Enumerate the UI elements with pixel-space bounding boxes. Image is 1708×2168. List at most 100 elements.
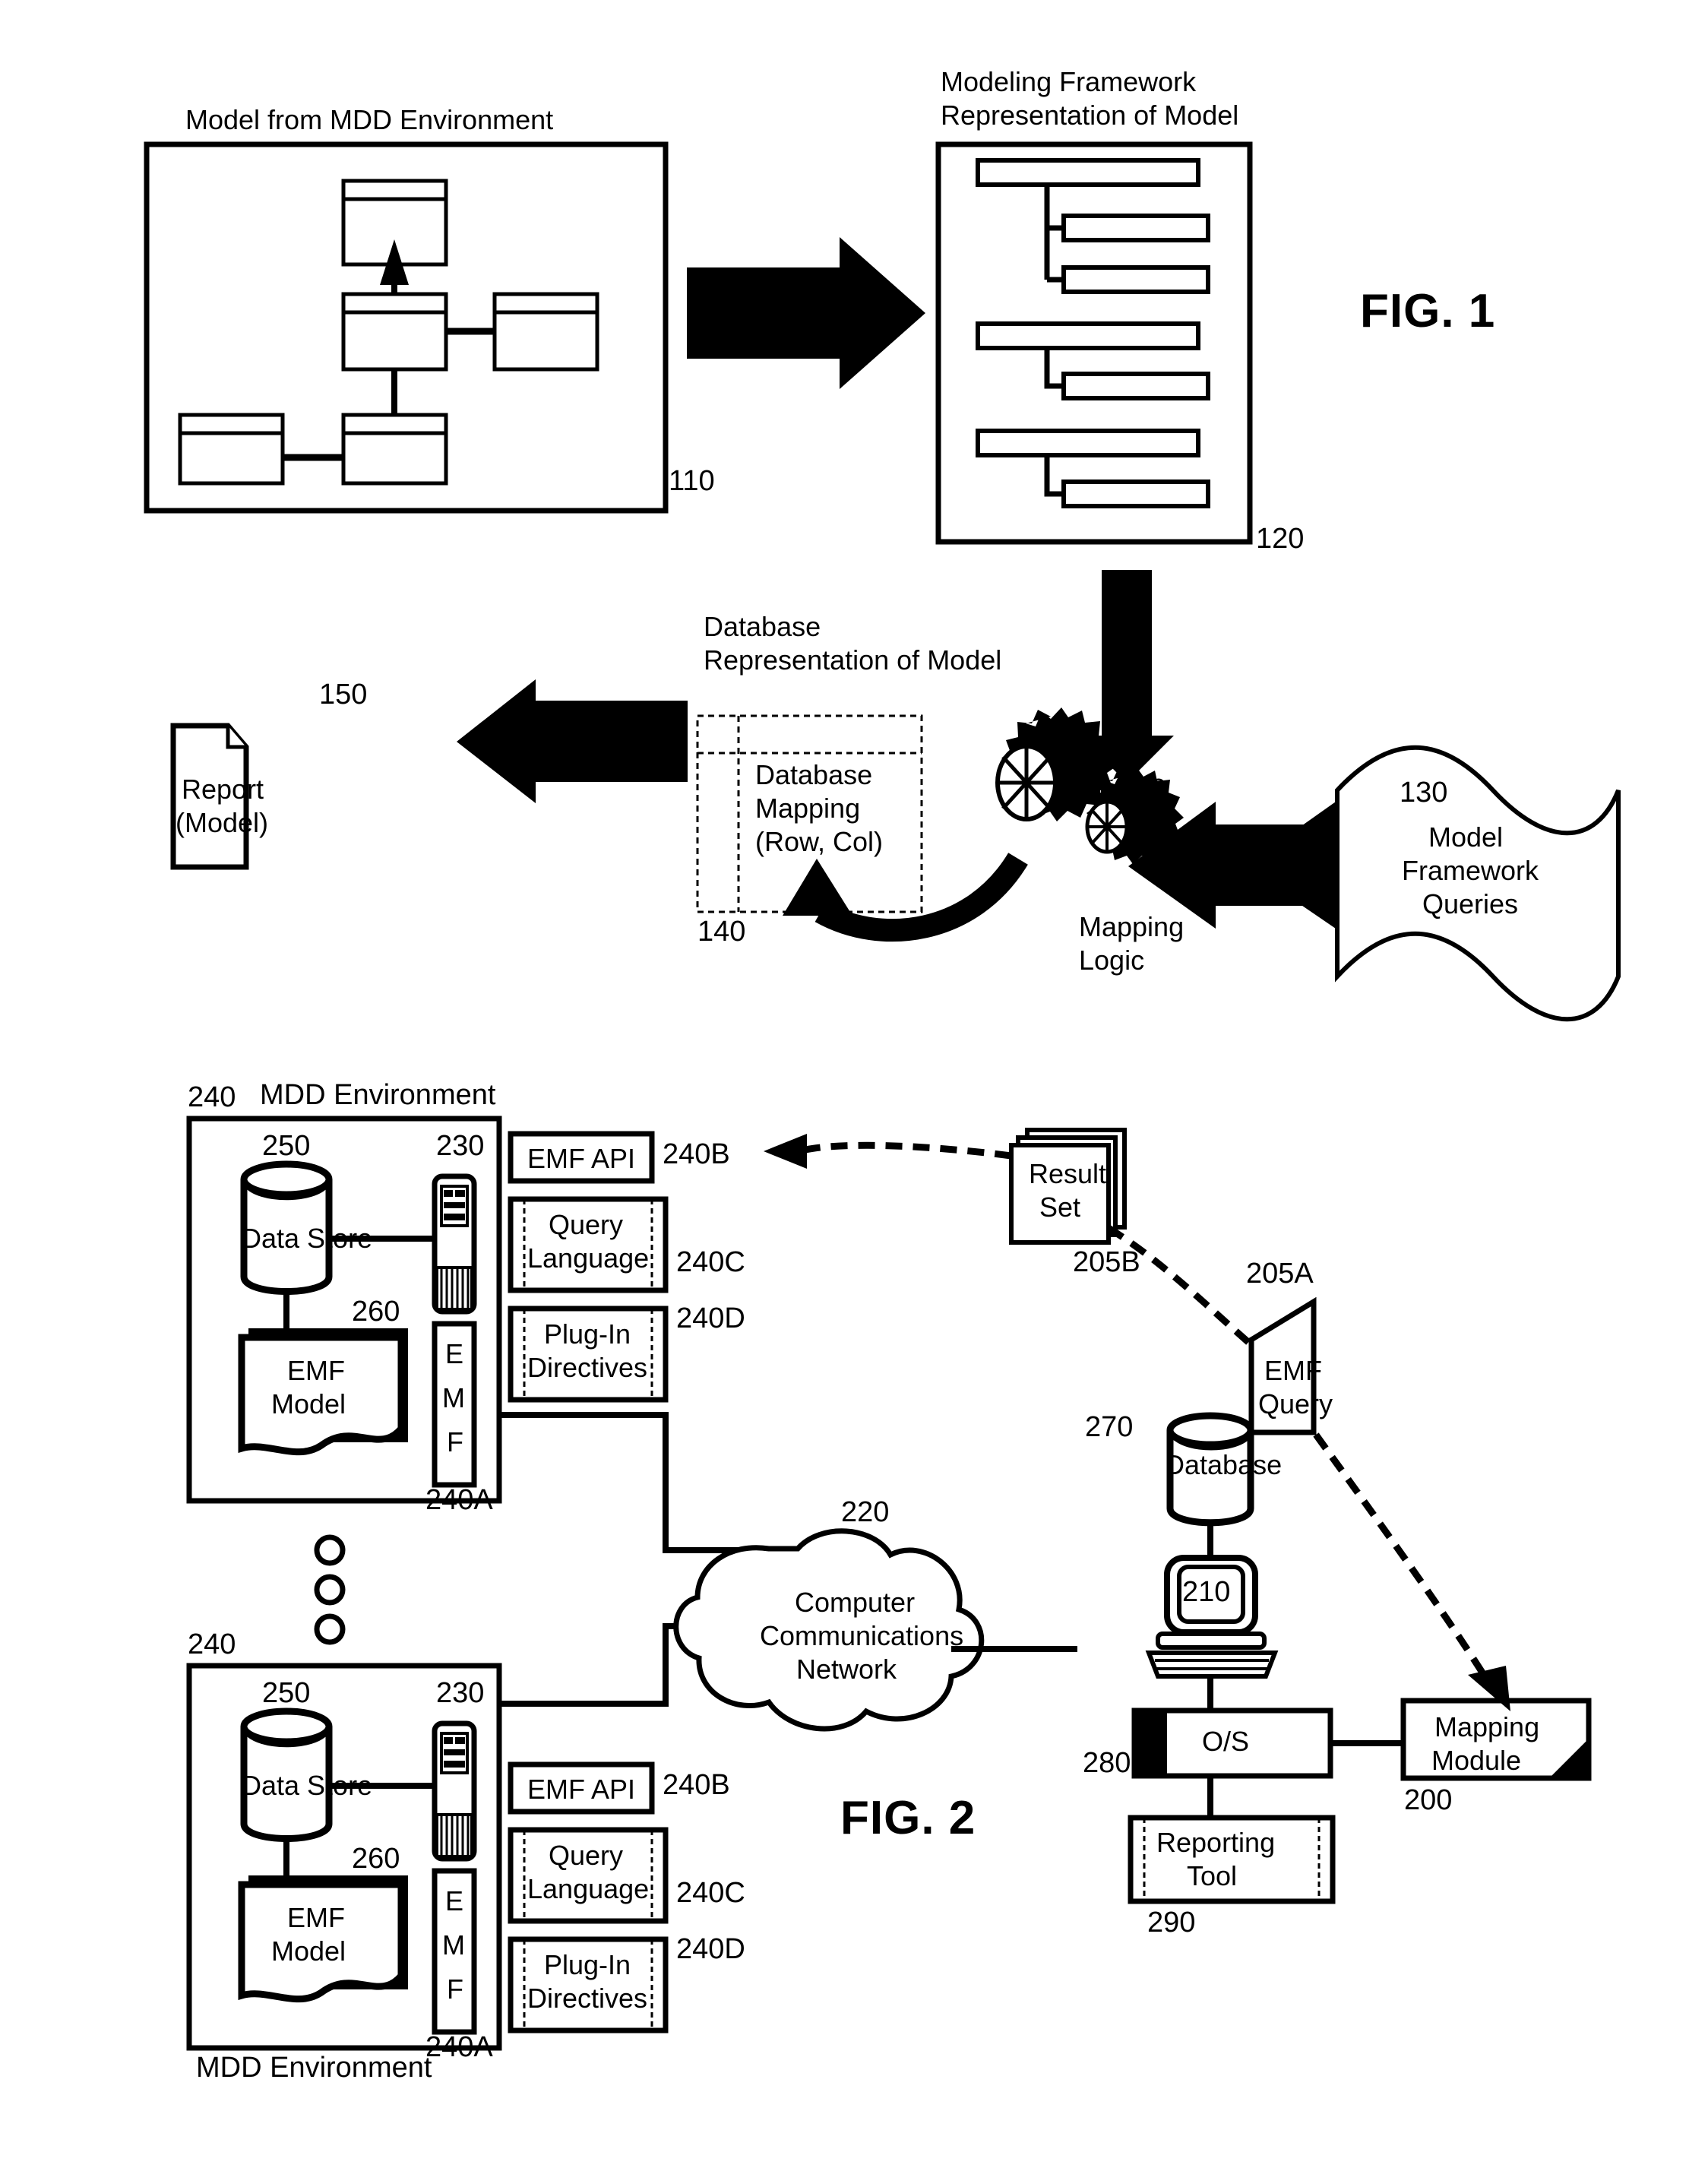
network-line2: Communications — [760, 1620, 964, 1651]
db-mapping-line3: (Row, Col) — [755, 826, 884, 857]
ref-270: 270 — [1085, 1411, 1134, 1443]
emf-bar-letter-f-top: F — [447, 1426, 463, 1457]
ref-250-bottom: 250 — [262, 1677, 311, 1709]
uml-class-bottom-left-body — [178, 431, 285, 486]
queries-line1: Model — [1428, 821, 1504, 853]
plugin-line2-bottom: Directives — [527, 1983, 648, 2014]
ref-200-fig1: 200 — [1118, 774, 1167, 805]
ref-240D-top: 240D — [676, 1302, 745, 1334]
mapping-logic-line2: Logic — [1079, 945, 1145, 976]
report-arrow-icon — [457, 679, 688, 803]
queries-line3: Queries — [1422, 888, 1519, 919]
uml-class-top-header — [341, 179, 448, 201]
uml-class-middle-body — [341, 310, 448, 372]
uml-class-middle-header — [341, 292, 448, 315]
ref-110: 110 — [669, 465, 715, 497]
ref-260-top: 260 — [352, 1296, 400, 1328]
framework-box-caption-line1: Modeling Framework — [941, 66, 1197, 97]
plugin-line1-bottom: Plug-In — [544, 1949, 631, 1980]
report-line1: Report — [182, 774, 264, 805]
tree-node-3 — [976, 429, 1200, 457]
mapping-logic-line1: Mapping — [1079, 911, 1185, 942]
db-repr-caption-line2: Representation of Model — [704, 644, 1002, 676]
mapping-module-line1: Mapping — [1434, 1711, 1540, 1742]
network-line1: Computer — [795, 1587, 916, 1618]
ref-240D-bottom: 240D — [676, 1933, 745, 1965]
mdd-top-title: MDD Environment — [260, 1079, 496, 1111]
ellipsis-dot-3 — [314, 1613, 346, 1645]
queries-line2: Framework — [1402, 855, 1539, 886]
tree-node-1-1 — [1061, 214, 1210, 242]
ref-240B-top: 240B — [663, 1138, 730, 1170]
ref-280: 280 — [1083, 1747, 1131, 1779]
os-black-marker-280 — [1134, 1711, 1167, 1776]
tree-node-1-2 — [1061, 265, 1210, 294]
reporting-tool-line1: Reporting — [1156, 1827, 1276, 1858]
mdd-bottom-title: MDD Environment — [196, 2052, 432, 2084]
emf-model-line2-top: Model — [271, 1388, 346, 1419]
ref-205A: 205A — [1246, 1258, 1314, 1290]
ref-220: 220 — [841, 1496, 890, 1528]
ref-120: 120 — [1256, 523, 1305, 555]
db-mapping-line1: Database — [755, 759, 873, 790]
framework-box-caption-line2: Representation of Model — [941, 100, 1239, 131]
queries-arrow-shaft — [1216, 824, 1337, 906]
query-language-line2-bottom: Language — [527, 1873, 650, 1904]
ref-240B-bottom: 240B — [663, 1769, 730, 1801]
db-repr-caption-line1: Database — [704, 611, 821, 642]
result-set-dashed-path — [805, 1141, 1012, 1160]
result-set-line1: Result — [1029, 1158, 1107, 1189]
network-line3: Network — [796, 1654, 897, 1685]
emf-model-line2-bottom: Model — [271, 1935, 346, 1967]
ref-130: 130 — [1400, 777, 1448, 809]
os-label: O/S — [1202, 1726, 1250, 1757]
uml-class-bottom-center-header — [341, 413, 448, 435]
plugin-line2-top: Directives — [527, 1352, 648, 1383]
query-language-line1-top: Query — [549, 1209, 624, 1240]
uml-class-right-header — [492, 292, 599, 315]
emf-query-to-mapping-path — [1313, 1432, 1491, 1683]
tree-node-3-1 — [1061, 479, 1210, 508]
db-mapping-line2: Mapping — [755, 793, 861, 824]
database-label: Database — [1165, 1449, 1283, 1480]
ref-230-top: 230 — [436, 1130, 485, 1162]
tree-node-2 — [976, 321, 1200, 350]
emf-api-label-top: EMF API — [527, 1143, 636, 1174]
ref-260-bottom: 260 — [352, 1843, 400, 1875]
query-language-line2-top: Language — [527, 1242, 650, 1274]
emf-model-line1-bottom: EMF — [287, 1902, 345, 1933]
emf-query-line1: EMF — [1264, 1355, 1322, 1386]
tree-node-1 — [976, 158, 1200, 187]
result-set-line2: Set — [1039, 1192, 1081, 1223]
emf-bar-letter-m-top: M — [442, 1382, 465, 1413]
emf-api-label-bottom: EMF API — [527, 1774, 636, 1805]
server-tower-bottom-icon — [432, 1720, 477, 1862]
server-tower-top-icon — [432, 1173, 477, 1315]
plugin-line1-top: Plug-In — [544, 1318, 631, 1350]
emf-query-to-resultset-path — [1106, 1225, 1252, 1347]
ref-210: 210 — [1182, 1576, 1231, 1608]
emf-bar-letter-m-bottom: M — [442, 1929, 465, 1961]
report-line2: (Model) — [176, 807, 269, 838]
figure-2-label: FIG. 2 — [840, 1792, 976, 1844]
ref-290: 290 — [1147, 1907, 1196, 1939]
ref-240A-bottom: 240A — [425, 2031, 493, 2063]
mapping-module-line2: Module — [1431, 1745, 1522, 1776]
emf-bar-letter-f-bottom: F — [447, 1973, 463, 2005]
result-set-arrowhead-icon — [764, 1134, 807, 1169]
ref-250-top: 250 — [262, 1130, 311, 1162]
mdd-top-network-link — [499, 1412, 769, 1553]
emf-query-line2: Query — [1258, 1388, 1333, 1419]
uml-class-bottom-left-header — [178, 413, 285, 435]
emf-bar-letter-e-bottom: E — [445, 1885, 464, 1916]
ref-150: 150 — [319, 679, 368, 711]
ref-240C-top: 240C — [676, 1246, 745, 1278]
ref-240-top: 240 — [188, 1081, 236, 1113]
tree-node-2-1 — [1061, 372, 1210, 400]
transform-arrow-icon — [687, 237, 925, 389]
ref-205B: 205B — [1073, 1246, 1140, 1278]
query-language-line1-bottom: Query — [549, 1840, 624, 1871]
ref-140: 140 — [697, 916, 746, 948]
ellipsis-dot-2 — [314, 1574, 346, 1606]
reporting-tool-line2: Tool — [1187, 1860, 1238, 1891]
